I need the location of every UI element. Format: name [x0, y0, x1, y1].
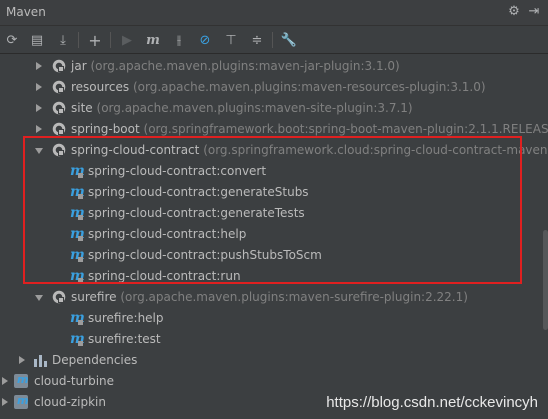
run-icon[interactable]: ▶ [118, 31, 136, 49]
vertical-scrollbar[interactable] [543, 230, 548, 330]
show-dependencies-icon[interactable]: ⊤ [222, 31, 240, 49]
skip-tests-icon[interactable]: ⊘ [196, 31, 214, 49]
settings-gear-icon[interactable]: ⚙ [506, 4, 522, 20]
expand-arrow-icon[interactable] [36, 83, 42, 91]
plugin-name: spring-cloud-contract [71, 143, 200, 157]
toolbar-separator [110, 32, 111, 48]
maven-goal-icon: m [70, 268, 85, 284]
maven-goal-icon: m [70, 247, 85, 263]
goal-name: spring-cloud-contract:run [88, 269, 241, 283]
collapse-all-icon[interactable]: ≑ [248, 31, 266, 49]
tool-window-title: Maven [6, 5, 46, 19]
execute-goal-icon[interactable]: m [144, 31, 162, 49]
maven-goal-icon: m [70, 226, 85, 242]
plugin-icon [52, 59, 66, 73]
tree-node-goal[interactable]: m surefire:test [0, 329, 548, 350]
maven-module-icon [14, 394, 28, 409]
plugin-icon [52, 122, 66, 136]
collapse-arrow-icon[interactable] [35, 148, 43, 154]
tree-node-plugin-expanded[interactable]: spring-cloud-contract (org.springframewo… [0, 140, 548, 161]
tree-node-dependencies[interactable]: Dependencies [0, 350, 548, 371]
plugin-name: surefire [71, 290, 117, 304]
maven-toolbar: ⟳ ▤ ⤓ + ▶ m ⫲ ⊘ ⊤ ≑ 🔧 [0, 26, 548, 54]
goal-name: spring-cloud-contract:help [88, 227, 247, 241]
expand-arrow-icon[interactable] [2, 377, 8, 385]
tree-node-plugin[interactable]: resources (org.apache.maven.plugins:mave… [0, 77, 548, 98]
plugin-coordinates: (org.springframework.cloud:spring-cloud-… [203, 143, 548, 157]
add-project-icon[interactable]: + [86, 31, 104, 50]
plugin-name: spring-boot [71, 122, 140, 136]
maven-goal-icon: m [70, 331, 85, 347]
tree-node-goal[interactable]: m spring-cloud-contract:generateTests [0, 203, 548, 224]
maven-goal-icon: m [70, 163, 85, 179]
plugin-coordinates: (org.springframework.boot:spring-boot-ma… [143, 122, 548, 136]
maven-goal-icon: m [70, 310, 85, 326]
expand-arrow-icon[interactable] [36, 62, 42, 70]
tree-node-plugin[interactable]: jar (org.apache.maven.plugins:maven-jar-… [0, 56, 548, 77]
download-sources-icon[interactable]: ⤓ [54, 31, 72, 49]
watermark-text: https://blog.csdn.net/cckevincyh [326, 394, 538, 411]
goal-name: spring-cloud-contract:convert [88, 164, 267, 178]
tree-node-goal[interactable]: m spring-cloud-contract:pushStubsToScm [0, 245, 548, 266]
maven-goal-icon: m [70, 184, 85, 200]
tree-node-plugin[interactable]: site (org.apache.maven.plugins:maven-sit… [0, 98, 548, 119]
expand-arrow-icon[interactable] [36, 125, 42, 133]
tree-node-module[interactable]: cloud-turbine [0, 371, 548, 392]
plugin-icon [52, 143, 66, 157]
module-name: cloud-turbine [34, 374, 115, 388]
plugin-coordinates: (org.apache.maven.plugins:maven-surefire… [120, 290, 468, 304]
tree-node-goal[interactable]: m spring-cloud-contract:generateStubs [0, 182, 548, 203]
expand-arrow-icon[interactable] [19, 356, 25, 364]
goal-name: spring-cloud-contract:generateStubs [88, 185, 309, 199]
reimport-icon[interactable]: ⟳ [3, 31, 21, 49]
maven-projects-tree: jar (org.apache.maven.plugins:maven-jar-… [0, 54, 548, 419]
tree-node-goal[interactable]: m spring-cloud-contract:help [0, 224, 548, 245]
collapse-arrow-icon[interactable] [35, 295, 43, 301]
tool-window-header: Maven ⚙ ⇥ [0, 0, 548, 26]
plugin-coordinates: (org.apache.maven.plugins:maven-resource… [132, 80, 486, 94]
expand-arrow-icon[interactable] [36, 104, 42, 112]
expand-arrow-icon[interactable] [2, 398, 8, 406]
dependencies-label: Dependencies [52, 353, 138, 367]
toggle-offline-icon[interactable]: ⫲ [170, 31, 188, 49]
maven-goal-icon: m [70, 205, 85, 221]
goal-name: surefire:help [88, 311, 164, 325]
tree-node-plugin[interactable]: spring-boot (org.springframework.boot:sp… [0, 119, 548, 140]
tree-node-goal[interactable]: m surefire:help [0, 308, 548, 329]
plugin-name: site [71, 101, 93, 115]
plugin-name: resources [71, 80, 130, 94]
generate-sources-icon[interactable]: ▤ [28, 31, 46, 49]
plugin-coordinates: (org.apache.maven.plugins:maven-site-plu… [96, 101, 413, 115]
goal-name: surefire:test [88, 332, 161, 346]
plugin-coordinates: (org.apache.maven.plugins:maven-jar-plug… [90, 59, 400, 73]
hide-panel-icon[interactable]: ⇥ [526, 4, 542, 20]
module-name: cloud-zipkin [34, 395, 106, 409]
maven-settings-icon[interactable]: 🔧 [280, 31, 298, 49]
goal-name: spring-cloud-contract:pushStubsToScm [88, 248, 322, 262]
toolbar-separator [272, 32, 273, 48]
plugin-icon [52, 290, 66, 304]
dependencies-icon [34, 353, 48, 367]
maven-module-icon [14, 373, 28, 388]
tree-node-plugin-expanded[interactable]: surefire (org.apache.maven.plugins:maven… [0, 287, 548, 308]
plugin-icon [52, 80, 66, 94]
toolbar-separator [78, 32, 79, 48]
goal-name: spring-cloud-contract:generateTests [88, 206, 305, 220]
plugin-icon [52, 101, 66, 115]
tree-node-goal[interactable]: m spring-cloud-contract:convert [0, 161, 548, 182]
plugin-name: jar [71, 59, 87, 73]
tree-node-goal[interactable]: m spring-cloud-contract:run [0, 266, 548, 287]
